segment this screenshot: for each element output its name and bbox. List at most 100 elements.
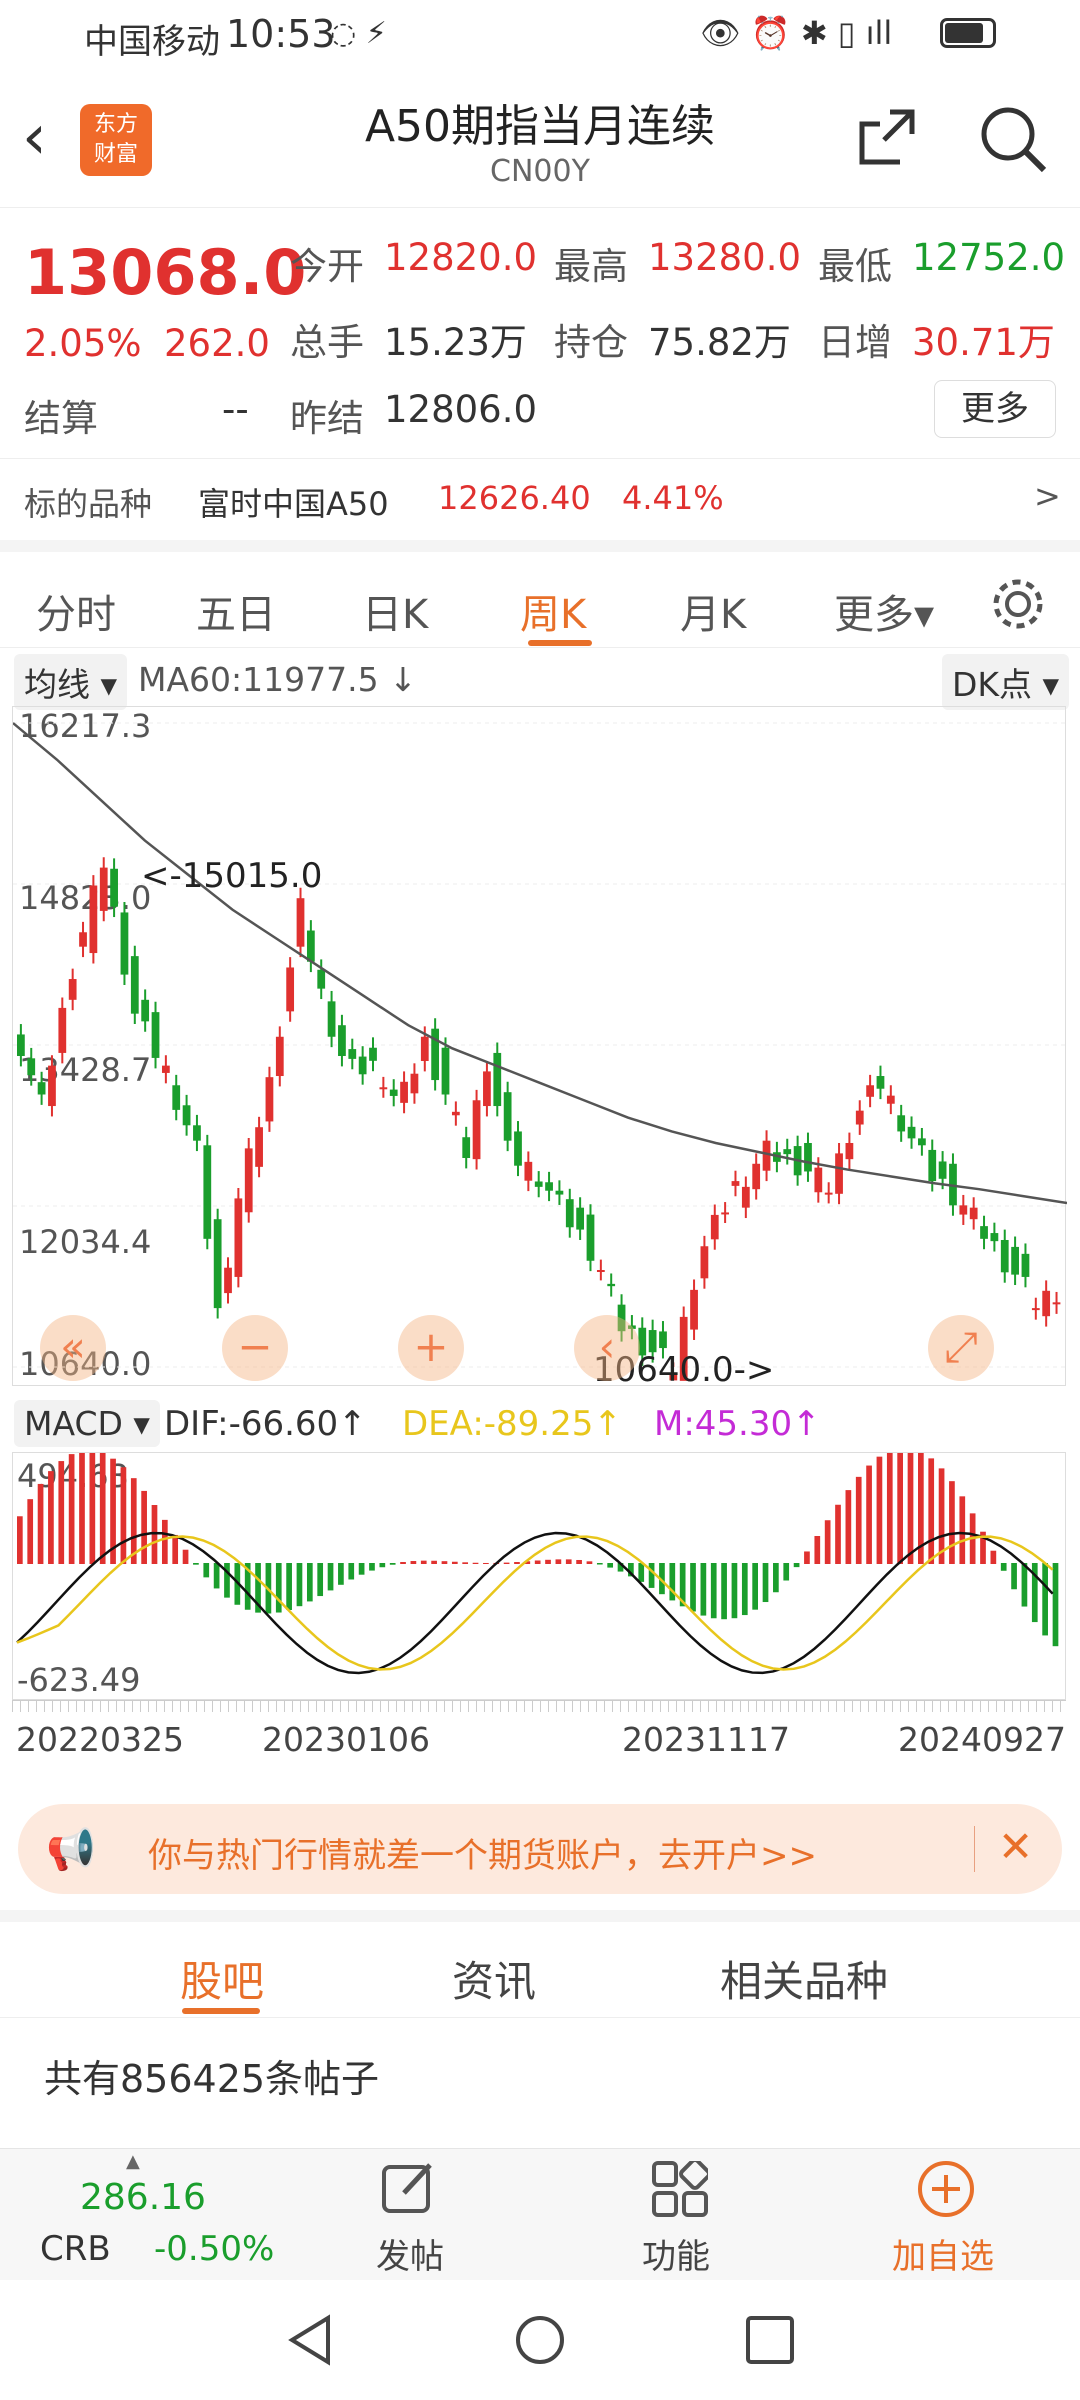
candle <box>731 1181 740 1186</box>
ma-dropdown[interactable]: 均线 ▾ <box>14 654 128 710</box>
system-nav-bar <box>0 2280 1080 2400</box>
close-icon[interactable]: ✕ <box>998 1822 1033 1871</box>
candle <box>37 1082 46 1095</box>
crb-value: 286.16 <box>80 2177 206 2218</box>
pan-left-icon[interactable]: ‹ <box>574 1315 640 1381</box>
crb-percent: -0.50% <box>154 2229 275 2269</box>
macd-dropdown[interactable]: MACD ▾ <box>14 1400 160 1447</box>
tab-more[interactable]: 更多▾ <box>834 582 934 640</box>
candle <box>462 1137 471 1159</box>
macd-bar <box>793 1563 800 1568</box>
candle <box>918 1138 926 1146</box>
functions-button[interactable]: 功能 <box>600 2149 760 2281</box>
tab-forum[interactable]: 股吧 <box>180 1948 264 2009</box>
candle <box>835 1153 843 1194</box>
candle <box>441 1047 450 1095</box>
macd-bar <box>213 1563 220 1589</box>
x-label-0: 20220325 <box>16 1720 184 1759</box>
tab-related[interactable]: 相关品种 <box>720 1948 888 2009</box>
y-tick-3: 12034.4 <box>19 1223 151 1261</box>
macd-bar <box>327 1563 334 1591</box>
nav-recents-icon[interactable] <box>744 2314 796 2366</box>
candle <box>721 1212 730 1215</box>
macd-bar <box>420 1560 427 1564</box>
settings-icon[interactable] <box>990 576 1046 632</box>
candle <box>265 1077 274 1122</box>
macd-bottom-tick: -623.49 <box>17 1661 141 1699</box>
candle <box>607 1283 616 1287</box>
open-label: 今开 <box>290 245 364 288</box>
tab-daily-k[interactable]: 日K <box>362 582 428 640</box>
macd-bar <box>835 1504 841 1564</box>
instrument-code: CN00Y <box>490 154 590 189</box>
candle <box>327 1001 336 1037</box>
open-account-banner[interactable]: 📢 你与热门行情就差一个期货账户，去开户>> ✕ <box>18 1804 1062 1894</box>
macd-bar <box>741 1563 748 1616</box>
volume-value: 15.23万 <box>384 321 527 364</box>
macd-bar <box>369 1563 375 1571</box>
pan-left-fast-icon[interactable]: « <box>40 1315 106 1381</box>
tab-news[interactable]: 资讯 <box>452 1948 536 2009</box>
settle-value: -- <box>222 388 249 431</box>
macd-bar <box>710 1563 717 1619</box>
prev-settle-value: 12806.0 <box>384 388 538 431</box>
macd-bar <box>472 1562 479 1564</box>
zoom-in-icon[interactable]: + <box>398 1315 464 1381</box>
macd-bar <box>586 1561 593 1564</box>
macd-bar <box>855 1476 862 1564</box>
candle <box>804 1142 812 1172</box>
underlying-row[interactable]: 标的品种 富时中国A50 12626.40 4.41% > <box>0 458 1080 538</box>
content-tabs: 股吧 资讯 相关品种 <box>0 1910 1080 2018</box>
kline-chart[interactable]: 16217.3 14823.0 13428.7 12034.4 10640.0 … <box>12 706 1067 1387</box>
banner-text: 你与热门行情就差一个期货账户，去开户>> <box>148 1836 817 1876</box>
fullscreen-icon[interactable]: ⤢ <box>928 1315 994 1381</box>
x-label-1: 20230106 <box>262 1720 430 1759</box>
candle <box>172 1085 181 1110</box>
candle <box>400 1081 408 1103</box>
candle <box>855 1110 864 1125</box>
candle <box>1011 1246 1019 1275</box>
more-button[interactable]: 更多 <box>934 380 1056 438</box>
tab-weekly-k[interactable]: 周K <box>520 582 586 640</box>
post-button[interactable]: 发帖 <box>330 2149 490 2281</box>
search-icon[interactable] <box>978 104 1048 174</box>
candle <box>534 1181 543 1187</box>
macd-bar <box>907 1453 914 1564</box>
candle <box>193 1125 201 1141</box>
post-label: 发帖 <box>376 2237 444 2277</box>
zoom-out-icon[interactable]: − <box>222 1315 288 1381</box>
add-watchlist-button[interactable]: 加自选 <box>870 2149 1050 2281</box>
tab-five-day[interactable]: 五日 <box>196 582 276 640</box>
open-interest-value: 75.82万 <box>648 321 791 364</box>
macd-bar <box>949 1481 955 1564</box>
candle <box>959 1205 968 1215</box>
add-circle-icon <box>918 2161 974 2217</box>
tab-intraday[interactable]: 分时 <box>36 582 116 640</box>
low-label: 最低 <box>818 245 892 288</box>
nav-home-icon[interactable] <box>514 2314 566 2366</box>
high-value: 13280.0 <box>648 236 802 279</box>
low-value: 12752.0 <box>912 236 1066 279</box>
crb-ticker[interactable]: ▲ 286.16 CRB -0.50% <box>0 2149 274 2281</box>
macd-bar <box>876 1456 883 1564</box>
change-value: 262.0 <box>164 322 270 365</box>
macd-bar <box>431 1560 437 1564</box>
x-label-2: 20231117 <box>622 1720 790 1759</box>
macd-bar <box>928 1458 935 1564</box>
macd-chart[interactable]: 494.63 -623.49 <box>12 1452 1066 1700</box>
macd-bar <box>17 1516 23 1564</box>
dk-dropdown[interactable]: DK点 ▾ <box>942 654 1070 710</box>
tab-monthly-k[interactable]: 月K <box>680 582 746 640</box>
nav-back-icon[interactable] <box>284 2314 336 2366</box>
sync-icon: ◌ ⚡ <box>330 16 387 51</box>
macd-bar <box>1052 1563 1059 1647</box>
macd-bar <box>161 1519 168 1564</box>
candle <box>431 1028 440 1081</box>
macd-bar <box>193 1563 199 1565</box>
candle <box>182 1105 191 1126</box>
change-percent: 2.05% <box>24 322 142 365</box>
candle <box>244 1148 253 1213</box>
macd-bar <box>845 1490 852 1564</box>
candle <box>586 1214 595 1261</box>
share-icon[interactable] <box>856 106 918 168</box>
